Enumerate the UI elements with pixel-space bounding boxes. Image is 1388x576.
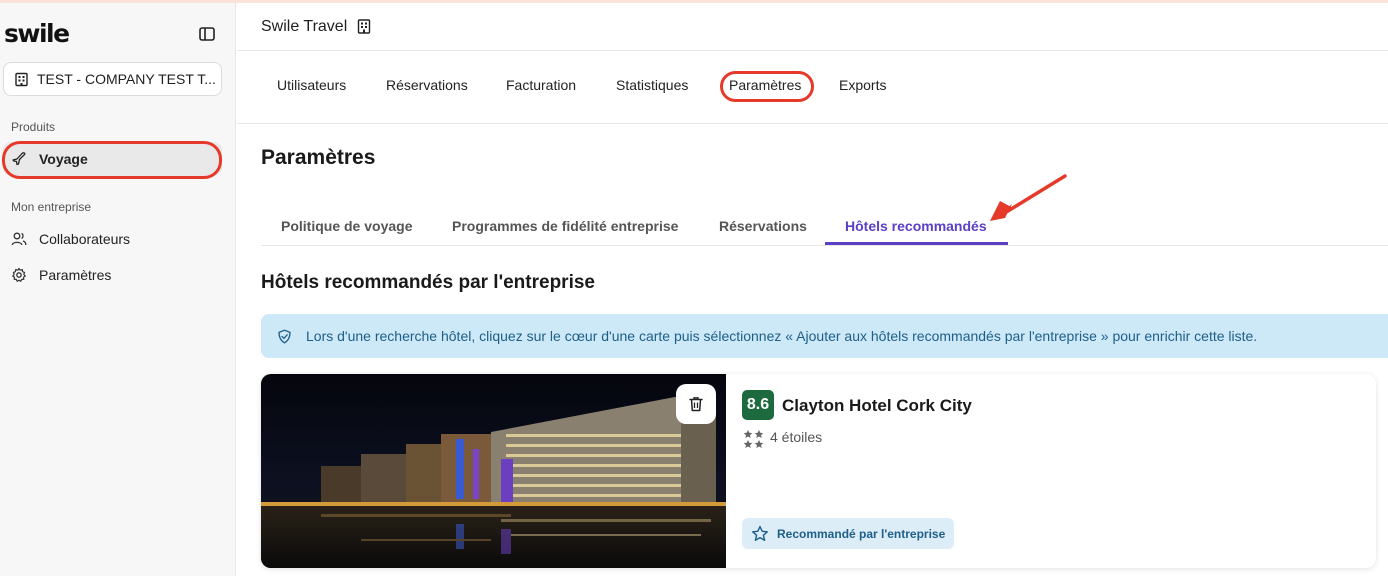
info-banner: Lors d'une recherche hôtel, cliquez sur … bbox=[261, 314, 1388, 358]
swile-logo[interactable]: swile bbox=[4, 19, 70, 48]
subtab-programmes-fidelite[interactable]: Programmes de fidélité entreprise bbox=[452, 218, 678, 234]
app-header: Swile Travel bbox=[237, 3, 1388, 51]
building-icon bbox=[15, 72, 28, 86]
tab-exports[interactable]: Exports bbox=[839, 77, 886, 93]
sidebar: swile TEST - COMPANY TEST T... Produits … bbox=[0, 3, 236, 576]
section-label-produits: Produits bbox=[11, 120, 56, 134]
tab-parametres[interactable]: Paramètres bbox=[729, 77, 801, 93]
star-icon bbox=[752, 525, 768, 541]
sidebar-item-voyage[interactable]: Voyage bbox=[3, 142, 222, 176]
stars-icon bbox=[743, 430, 764, 448]
info-message: Lors d'une recherche hôtel, cliquez sur … bbox=[306, 328, 1258, 344]
section-label-mon-entreprise: Mon entreprise bbox=[11, 200, 92, 214]
recommended-badge[interactable]: Recommandé par l'entreprise bbox=[742, 518, 954, 549]
sidebar-item-label: Paramètres bbox=[39, 267, 112, 283]
subtab-reservations[interactable]: Réservations bbox=[719, 218, 807, 234]
trash-icon bbox=[689, 397, 703, 412]
page-title: Paramètres bbox=[261, 146, 376, 169]
company-name: TEST - COMPANY TEST T... bbox=[37, 71, 216, 87]
gear-icon bbox=[12, 267, 26, 282]
sidebar-toggle-icon[interactable] bbox=[198, 25, 216, 43]
tab-reservations[interactable]: Réservations bbox=[386, 77, 468, 93]
section-title: Hôtels recommandés par l'entreprise bbox=[261, 272, 595, 293]
subtab-politique-de-voyage[interactable]: Politique de voyage bbox=[281, 218, 412, 234]
hotel-photo bbox=[261, 374, 726, 568]
settings-subtabs: Politique de voyage Programmes de fidéli… bbox=[261, 207, 1388, 246]
rating-badge: 8.6 bbox=[742, 390, 774, 420]
recommended-label: Recommandé par l'entreprise bbox=[777, 526, 946, 541]
plane-icon bbox=[12, 152, 26, 166]
tab-facturation[interactable]: Facturation bbox=[506, 77, 576, 93]
delete-hotel-button[interactable] bbox=[676, 384, 716, 424]
main-tabs: Utilisateurs Réservations Facturation St… bbox=[237, 51, 1388, 124]
hotel-name[interactable]: Clayton Hotel Cork City bbox=[782, 396, 972, 416]
stars-label: 4 étoiles bbox=[770, 429, 823, 445]
shield-check-icon bbox=[278, 329, 291, 343]
company-selector[interactable]: TEST - COMPANY TEST T... bbox=[3, 62, 222, 96]
app-title: Swile Travel bbox=[261, 17, 348, 35]
sidebar-item-label: Collaborateurs bbox=[39, 231, 131, 247]
sidebar-item-parametres[interactable]: Paramètres bbox=[3, 258, 222, 292]
building-icon bbox=[358, 19, 371, 34]
active-subtab-indicator bbox=[825, 242, 1008, 245]
sidebar-item-collaborateurs[interactable]: Collaborateurs bbox=[3, 222, 222, 256]
tab-utilisateurs[interactable]: Utilisateurs bbox=[277, 77, 346, 93]
users-icon bbox=[11, 232, 27, 246]
subtab-hotels-recommandes[interactable]: Hôtels recommandés bbox=[845, 218, 987, 234]
sidebar-item-label: Voyage bbox=[39, 151, 88, 167]
tab-statistiques[interactable]: Statistiques bbox=[616, 77, 688, 93]
hotel-card[interactable]: 8.6 Clayton Hotel Cork City 4 étoiles Re… bbox=[261, 374, 1376, 568]
